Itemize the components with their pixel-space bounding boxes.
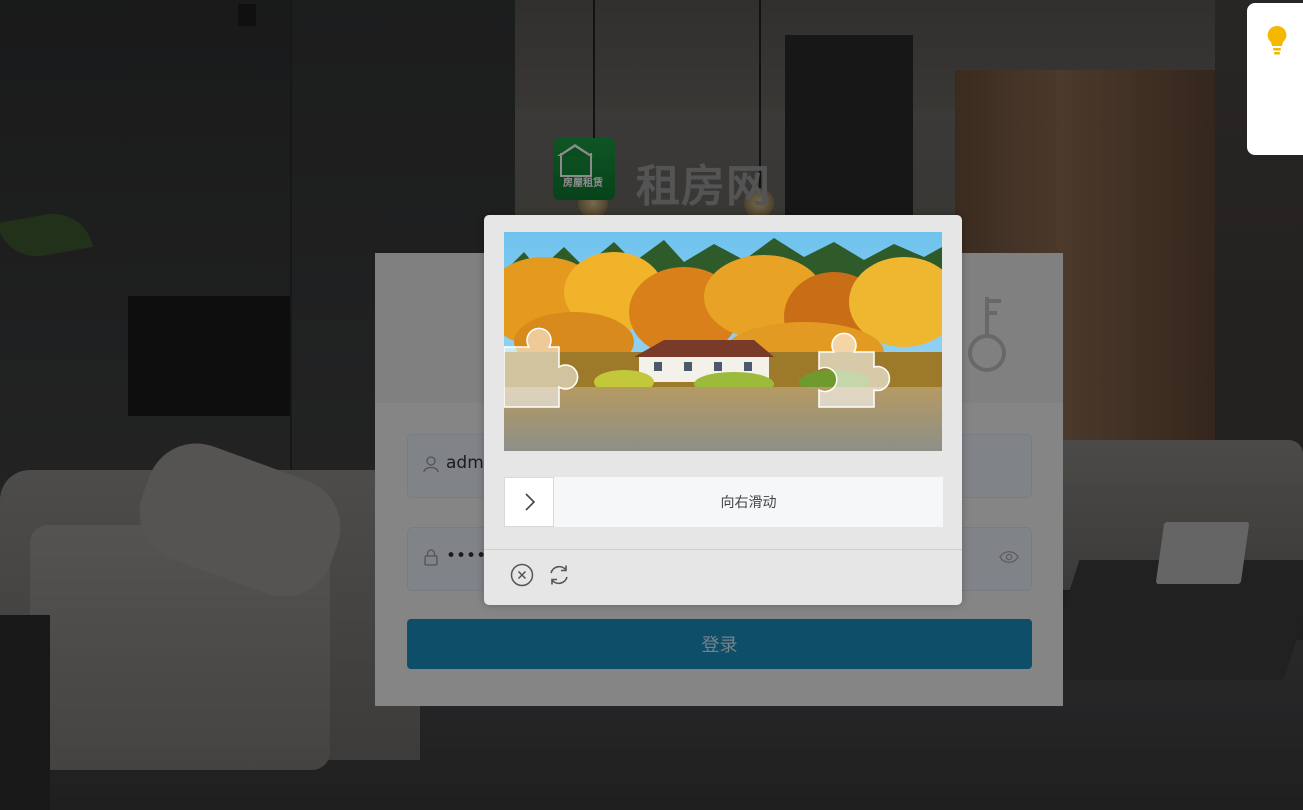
captcha-image	[504, 232, 942, 451]
captcha-slider-track[interactable]: 向右滑动	[504, 477, 943, 527]
lightbulb-icon	[1267, 25, 1287, 55]
captcha-dialog: 向右滑动	[484, 215, 962, 605]
close-icon[interactable]	[510, 563, 534, 587]
chevron-right-icon	[525, 493, 536, 511]
tip-panel[interactable]	[1247, 3, 1303, 155]
refresh-icon[interactable]	[547, 563, 571, 587]
slider-hint: 向右滑动	[720, 495, 777, 511]
captcha-slider-handle[interactable]	[504, 477, 554, 527]
divider	[484, 549, 962, 550]
